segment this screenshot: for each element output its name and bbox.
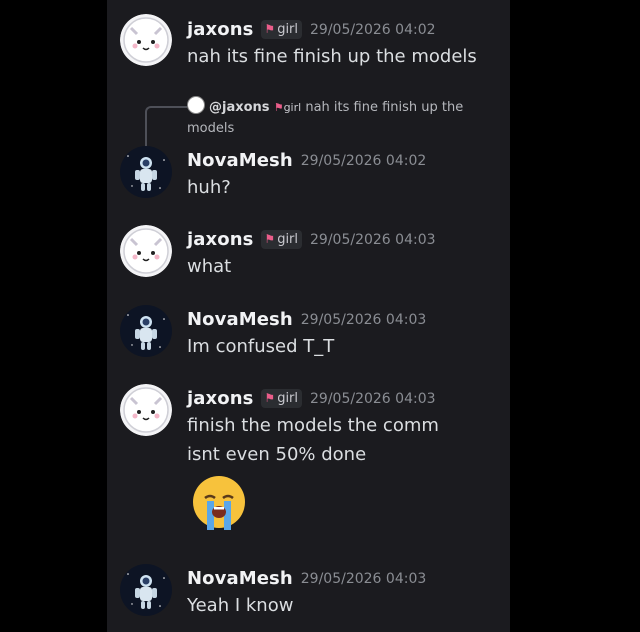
user-tag-label: girl bbox=[277, 391, 299, 406]
avatar-jaxons[interactable] bbox=[120, 14, 172, 66]
timestamp: 29/05/2026 04:02 bbox=[310, 21, 436, 38]
user-tag[interactable]: ⚑ girl bbox=[261, 230, 303, 249]
user-tag-label: girl bbox=[277, 22, 299, 37]
message-text: Im confused T_T bbox=[187, 336, 335, 357]
reply-tag-label: girl bbox=[283, 101, 302, 114]
avatar-novamesh[interactable] bbox=[120, 146, 172, 198]
message-text: nah its fine finish up the models bbox=[187, 46, 477, 67]
avatar-jaxons[interactable] bbox=[120, 225, 172, 277]
cat-icon: ⚑ bbox=[264, 232, 276, 246]
reply-avatar bbox=[187, 96, 205, 114]
chat-screen: jaxons ⚑ girl 29/05/2026 04:02 nah its fine… bbox=[107, 0, 510, 632]
username[interactable]: jaxons bbox=[187, 19, 253, 40]
username[interactable]: NovaMesh bbox=[187, 568, 293, 589]
reply-connector bbox=[145, 106, 187, 150]
user-tag[interactable]: ⚑ girl bbox=[261, 389, 303, 408]
reply-preview[interactable]: @jaxons ⚑girl nah its fine finish up the… bbox=[187, 96, 497, 139]
username[interactable]: NovaMesh bbox=[187, 150, 293, 171]
avatar-novamesh[interactable] bbox=[120, 564, 172, 616]
timestamp: 29/05/2026 04:03 bbox=[310, 231, 436, 248]
cat-icon: ⚑ bbox=[264, 22, 276, 36]
username[interactable]: jaxons bbox=[187, 229, 253, 250]
timestamp: 29/05/2026 04:03 bbox=[310, 390, 436, 407]
timestamp: 29/05/2026 04:02 bbox=[300, 152, 427, 169]
message-text: Yeah I know bbox=[187, 595, 294, 616]
user-tag[interactable]: ⚑ girl bbox=[261, 20, 303, 39]
reply-tag: ⚑girl bbox=[274, 101, 302, 114]
loudly-crying-face-icon[interactable] bbox=[187, 476, 251, 538]
avatar-jaxons[interactable] bbox=[120, 384, 172, 436]
cat-icon: ⚑ bbox=[264, 391, 276, 405]
timestamp: 29/05/2026 04:03 bbox=[300, 570, 427, 587]
cat-icon: ⚑ bbox=[273, 101, 284, 114]
reply-mention[interactable]: @jaxons bbox=[209, 100, 270, 115]
timestamp: 29/05/2026 04:03 bbox=[300, 311, 427, 328]
username[interactable]: NovaMesh bbox=[187, 309, 293, 330]
avatar-novamesh[interactable] bbox=[120, 305, 172, 357]
username[interactable]: jaxons bbox=[187, 388, 253, 409]
message-text: huh? bbox=[187, 177, 231, 198]
user-tag-label: girl bbox=[277, 232, 299, 247]
message-text: what bbox=[187, 256, 232, 277]
message-text: finish the models the comm isnt even 50%… bbox=[187, 415, 439, 465]
